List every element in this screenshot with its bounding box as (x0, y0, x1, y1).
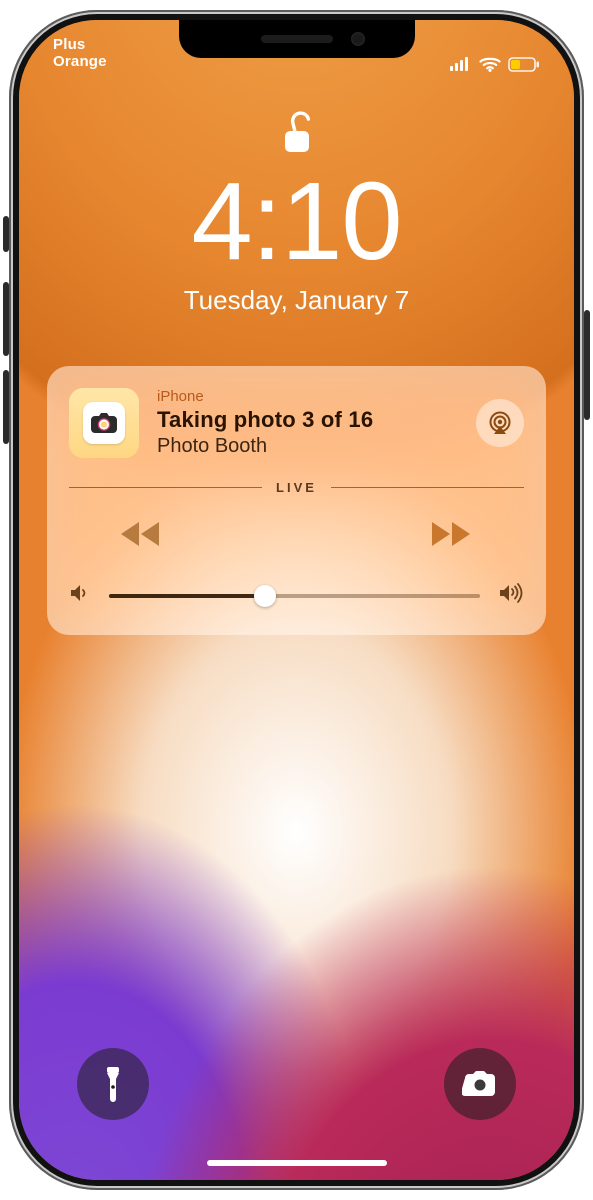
clock-time: 4:10 (19, 167, 574, 277)
now-playing-app: Photo Booth (157, 435, 458, 458)
screen: Plus Orange (19, 20, 574, 1180)
cellular-icon (450, 57, 472, 71)
scrubber-live: LIVE (69, 480, 524, 495)
notch (179, 20, 415, 58)
now-playing-title: Taking photo 3 of 16 (157, 407, 458, 433)
volume-up-button[interactable] (3, 282, 9, 356)
front-camera (351, 32, 365, 46)
side-button[interactable] (584, 310, 590, 420)
stop-button[interactable] (291, 530, 303, 542)
quick-actions (19, 1048, 574, 1120)
clock-date: Tuesday, January 7 (19, 285, 574, 316)
airplay-button[interactable] (476, 399, 524, 447)
forward-button[interactable] (422, 513, 480, 558)
carrier-label: Plus Orange (53, 36, 107, 86)
flashlight-button[interactable] (77, 1048, 149, 1120)
forward-icon (474, 519, 475, 520)
carrier-line-2: Orange (53, 53, 107, 70)
speaker-grille (261, 35, 333, 43)
lock-screen-header: 4:10 Tuesday, January 7 (19, 110, 574, 316)
flashlight-icon (99, 1065, 127, 1103)
volume-low-icon (69, 583, 91, 608)
mute-switch[interactable] (3, 216, 9, 252)
now-playing-card[interactable]: iPhone Taking photo 3 of 16 Photo Booth … (47, 366, 546, 635)
camera-button[interactable] (444, 1048, 516, 1120)
camera-icon (462, 1070, 498, 1098)
battery-icon (508, 57, 540, 72)
unlock-icon (280, 110, 314, 161)
carrier-line-1: Plus (53, 36, 107, 53)
wifi-icon (479, 56, 501, 72)
transport-controls (69, 513, 524, 558)
phone-frame: Plus Orange (9, 10, 584, 1190)
volume-slider[interactable] (109, 594, 480, 598)
rewind-icon (165, 519, 166, 520)
volume-fill (109, 594, 265, 598)
volume-thumb[interactable] (254, 585, 276, 607)
rewind-button[interactable] (113, 513, 171, 558)
now-playing-artwork (69, 388, 139, 458)
volume-high-icon (498, 582, 524, 609)
volume-down-button[interactable] (3, 370, 9, 444)
live-label: LIVE (276, 480, 317, 495)
volume-row (69, 582, 524, 609)
now-playing-device: iPhone (157, 388, 458, 405)
home-indicator[interactable] (207, 1160, 387, 1166)
camera-app-icon (83, 402, 125, 444)
